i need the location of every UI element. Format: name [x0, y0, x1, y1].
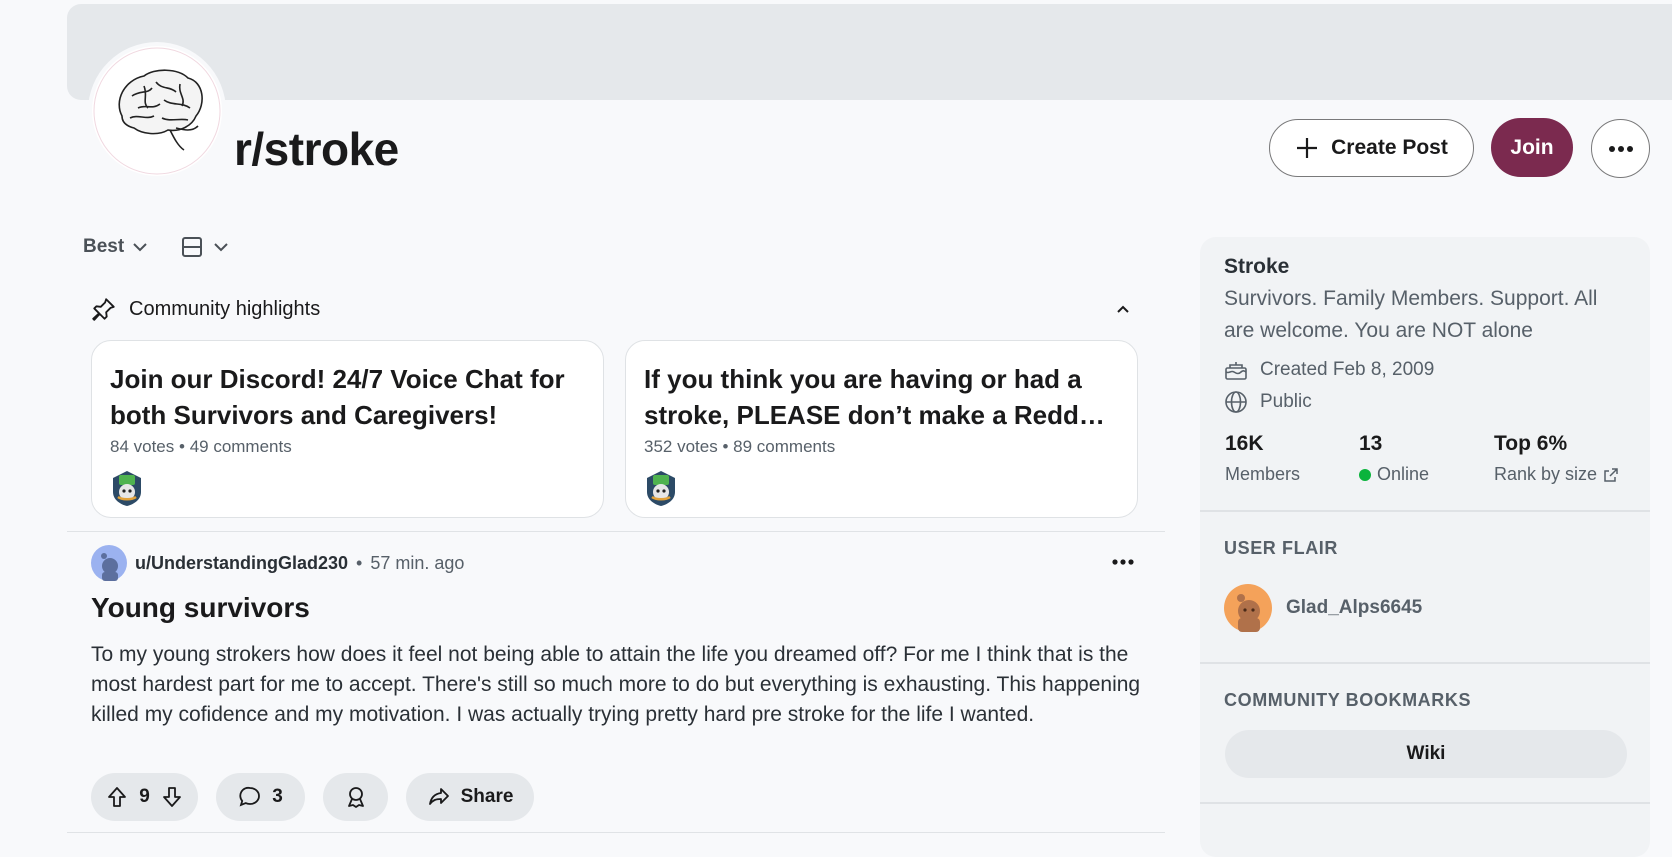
members-label: Members [1225, 464, 1301, 484]
downvote-icon[interactable] [160, 785, 184, 809]
post-author[interactable]: u/UnderstandingGlad230 [135, 553, 348, 574]
stat-online: 13 Online [1359, 432, 1429, 485]
highlight-title: If you think you are having or had a str… [644, 364, 1105, 430]
highlight-comments: 89 comments [733, 437, 836, 456]
highlight-title: Join our Discord! 24/7 Voice Chat for bo… [110, 364, 565, 430]
visibility-row: Public [1224, 390, 1312, 414]
create-post-button[interactable]: Create Post [1269, 119, 1474, 177]
sidebar-divider [1200, 662, 1650, 664]
chevron-down-icon [214, 243, 228, 252]
chevron-up-icon[interactable] [1115, 304, 1131, 314]
sidebar-divider [1200, 802, 1650, 804]
highlight-card[interactable]: If you think you are having or had a str… [625, 340, 1138, 518]
members-count: 16K [1225, 432, 1264, 455]
card-view-icon [182, 237, 202, 257]
brain-icon [93, 47, 221, 175]
online-count: 13 [1359, 432, 1383, 455]
feed-divider [67, 531, 1165, 532]
community-highlights-header[interactable]: Community highlights [91, 296, 1131, 322]
sort-label: Best [83, 236, 125, 257]
online-dot-icon [1359, 468, 1371, 481]
subreddit-title: r/stroke [234, 123, 399, 175]
sort-dropdown[interactable]: Best [83, 236, 148, 258]
created-date: Created Feb 8, 2009 [1260, 359, 1435, 380]
share-icon [428, 788, 449, 805]
comment-count: 3 [272, 786, 283, 807]
award-button[interactable] [323, 773, 388, 821]
sidebar-divider [1200, 510, 1650, 512]
cake-icon [1225, 362, 1247, 380]
post-options-button[interactable] [1112, 552, 1134, 570]
post-body: To my young strokers how does it feel no… [91, 643, 1141, 726]
feed-divider [67, 832, 1165, 833]
vote-bar: 9 [91, 773, 198, 821]
moderator-avatar-icon [113, 471, 141, 506]
vote-count: 9 [139, 786, 150, 807]
highlight-comments: 49 comments [189, 437, 292, 456]
join-button[interactable]: Join [1491, 118, 1573, 177]
stat-rank[interactable]: Top 6% Rank by size [1494, 432, 1619, 485]
post-meta: u/UnderstandingGlad230 • 57 min. ago [91, 545, 464, 581]
community-options-button[interactable] [1591, 119, 1650, 178]
pin-icon [92, 298, 115, 321]
comment-icon [239, 786, 261, 807]
chevron-down-icon [133, 243, 147, 252]
more-horizontal-icon [1608, 145, 1633, 152]
share-button[interactable]: Share [406, 773, 534, 821]
rank-label: Rank by size [1494, 464, 1598, 484]
visibility-label: Public [1260, 391, 1312, 412]
community-name: Stroke [1224, 255, 1290, 278]
post-time: 57 min. ago [370, 552, 465, 573]
stat-members: 16K Members [1225, 432, 1300, 485]
highlight-meta: 352 votes • 89 comments [644, 437, 836, 456]
moderator-avatar-icon [647, 471, 675, 506]
community-description: Survivors. Family Members. Support. All … [1224, 287, 1598, 342]
award-icon [347, 787, 364, 808]
globe-icon [1225, 391, 1247, 413]
rank-value: Top 6% [1494, 432, 1568, 455]
more-horizontal-icon [1112, 559, 1134, 565]
post-title[interactable]: Young survivors [91, 592, 310, 624]
external-link-icon [1604, 467, 1618, 482]
online-label: Online [1377, 464, 1430, 484]
community-avatar [92, 46, 222, 176]
highlight-card[interactable]: Join our Discord! 24/7 Voice Chat for bo… [91, 340, 604, 518]
flair-username: Glad_Alps6645 [1286, 597, 1423, 618]
user-flair[interactable]: Glad_Alps6645 [1224, 584, 1422, 632]
flair-avatar [1224, 584, 1272, 632]
bookmarks-heading: COMMUNITY BOOKMARKS [1224, 690, 1472, 710]
upvote-icon[interactable] [105, 785, 129, 809]
share-label: Share [460, 786, 514, 807]
community-banner [67, 4, 1672, 100]
create-post-label: Create Post [1331, 136, 1448, 159]
highlight-votes: 84 votes [110, 437, 175, 456]
plus-icon [1297, 138, 1318, 158]
user-avatar[interactable] [91, 545, 127, 581]
view-layout-dropdown[interactable] [181, 236, 229, 258]
highlights-label: Community highlights [129, 297, 321, 320]
created-date-row: Created Feb 8, 2009 [1224, 358, 1434, 382]
wiki-bookmark-button[interactable]: Wiki [1225, 730, 1627, 778]
highlight-votes: 352 votes [644, 437, 718, 456]
user-flair-heading: USER FLAIR [1224, 538, 1338, 558]
comments-button[interactable]: 3 [216, 773, 305, 821]
highlight-meta: 84 votes • 49 comments [110, 437, 292, 456]
